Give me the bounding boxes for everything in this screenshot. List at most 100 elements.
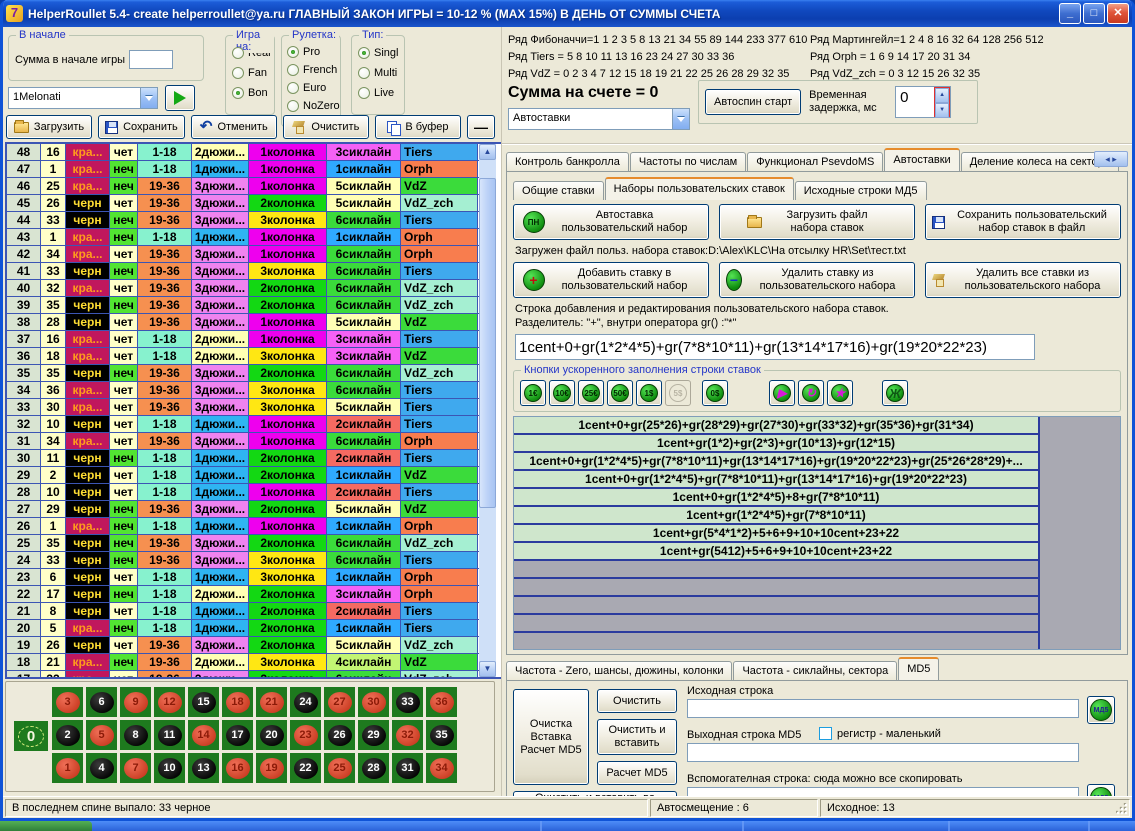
lowercase-checkbox[interactable] xyxy=(819,727,832,740)
board-number-cell[interactable]: 16 xyxy=(222,753,253,783)
board-number-cell[interactable]: 21 xyxy=(256,687,287,717)
tab-scroll-arrows[interactable]: ◂ ▸ xyxy=(1094,151,1128,167)
load-stake-file-button[interactable]: Загрузить файл набора ставок xyxy=(719,204,915,240)
quick-pattern-button[interactable]: Ж xyxy=(882,380,908,406)
board-number-cell[interactable]: 4 xyxy=(86,753,117,783)
copy-to-buffer-button[interactable]: В буфер xyxy=(375,115,461,139)
board-number-cell[interactable]: 13 xyxy=(188,753,219,783)
radio-live[interactable]: Live xyxy=(358,86,400,100)
bet-list-item[interactable]: 1cent+gr(1*2*4*5)+gr(7*8*10*11) xyxy=(514,507,1038,525)
bet-list-item[interactable]: 1cent+0+gr(1*2*4*5)+gr(7*8*10*11)+gr(13*… xyxy=(514,471,1038,489)
radio-multi[interactable]: Multi xyxy=(358,66,400,80)
remove-all-stakes-button[interactable]: Удалить все ставки из пользовательского … xyxy=(925,262,1121,298)
table-row[interactable]: 4816кра...чет1-182дюжи...1колонка3сиклай… xyxy=(7,144,479,161)
collapse-button[interactable]: — xyxy=(467,115,495,139)
tab-freq-sixlines-sectors[interactable]: Частота - сиклайны, сектора xyxy=(733,661,897,680)
table-row[interactable]: 3828чернчет19-363дюжи...1колонка5сиклайн… xyxy=(7,314,479,331)
board-number-cell[interactable]: 17 xyxy=(222,720,253,750)
quick-1eur-button[interactable]: 1€ xyxy=(520,380,546,406)
chevron-down-icon[interactable] xyxy=(140,88,157,108)
table-row[interactable]: 431кра...неч1-181дюжи...1колонка1сиклайн… xyxy=(7,229,479,246)
board-number-cell[interactable]: 8 xyxy=(120,720,151,750)
bet-list-item[interactable]: 1cent+gr(5412)+5+6+9+10+10cent+23+22 xyxy=(514,543,1038,561)
subtab-md5-source-strings[interactable]: Исходные строки МД5 xyxy=(795,181,927,200)
tab-psevdoms[interactable]: Функционал PsevdoMS xyxy=(747,152,883,171)
board-number-cell[interactable]: 5 xyxy=(86,720,117,750)
table-row[interactable]: 218чернчет1-181дюжи...2колонка2сиклайнTi… xyxy=(7,603,479,620)
play-button[interactable] xyxy=(165,85,195,111)
bet-list-item[interactable]: 1cent+gr(1*2)+gr(2*3)+gr(10*13)+gr(12*15… xyxy=(514,435,1038,453)
board-number-cell[interactable]: 14 xyxy=(188,720,219,750)
tab-freq-zero-chances[interactable]: Частота - Zero, шансы, дюжины, колонки xyxy=(506,661,732,680)
chevron-down-icon[interactable] xyxy=(672,109,689,129)
table-scrollbar[interactable]: ▲ ▼ xyxy=(479,144,496,677)
scrollbar-thumb[interactable] xyxy=(479,178,496,508)
board-number-cell[interactable]: 10 xyxy=(154,753,185,783)
board-number-cell[interactable]: 11 xyxy=(154,720,185,750)
start-sum-input[interactable] xyxy=(129,50,173,69)
start-button-fragment[interactable] xyxy=(0,821,92,831)
table-row[interactable]: 3535черннеч19-363дюжи...2колонка6сиклайн… xyxy=(7,365,479,382)
board-number-cell[interactable]: 15 xyxy=(188,687,219,717)
board-number-cell[interactable]: 12 xyxy=(154,687,185,717)
quick-play-button[interactable]: ▶ xyxy=(769,380,795,406)
mode-combo[interactable]: Автоставки xyxy=(508,108,690,130)
table-row[interactable]: 2535черннеч19-363дюжи...2колонка6сиклайн… xyxy=(7,535,479,552)
board-number-cell[interactable]: 20 xyxy=(256,720,287,750)
board-number-cell[interactable]: 1 xyxy=(52,753,83,783)
md5-aux-input[interactable] xyxy=(687,787,1079,796)
radio-nozero[interactable]: NoZero xyxy=(287,99,338,113)
table-row[interactable]: 3330кра...чет19-363дюжи...3колонка5сикла… xyxy=(7,399,479,416)
quick-0usd-button[interactable]: 0$ xyxy=(702,380,728,406)
table-row[interactable]: 1732кра...чет19-363дюжи...2колонка6сикла… xyxy=(7,671,479,677)
close-button[interactable]: ✕ xyxy=(1107,3,1129,24)
quick-repeat-button[interactable]: ↻ xyxy=(798,380,824,406)
board-number-cell[interactable]: 7 xyxy=(120,753,151,783)
radio-bon[interactable]: Bon xyxy=(232,86,270,100)
radio-singl[interactable]: Singl xyxy=(358,46,400,60)
board-number-cell[interactable]: 33 xyxy=(392,687,423,717)
table-row[interactable]: 3618кра...чет1-182дюжи...3колонка3сиклай… xyxy=(7,348,479,365)
board-number-cell[interactable]: 30 xyxy=(358,687,389,717)
table-row[interactable]: 261кра...неч1-181дюжи...1колонка1сиклайн… xyxy=(7,518,479,535)
md5-calc-button[interactable]: Расчет MD5 xyxy=(597,761,677,785)
bet-list-item[interactable]: 1cent+0+gr(1*2*4*5)+8+gr(7*8*10*11) xyxy=(514,489,1038,507)
scroll-up-icon[interactable]: ▲ xyxy=(479,144,496,160)
md5-clear-button[interactable]: Очистить xyxy=(597,689,677,713)
table-row[interactable]: 2217черннеч1-182дюжи...2колонка3сиклайнO… xyxy=(7,586,479,603)
add-stake-button[interactable]: + Добавить ставку в пользовательский наб… xyxy=(513,262,709,298)
board-number-cell[interactable]: 3 xyxy=(52,687,83,717)
tab-bankroll-control[interactable]: Контроль банкролла xyxy=(506,152,629,171)
board-number-cell[interactable]: 19 xyxy=(256,753,287,783)
md5-clear-paste-calc-button[interactable]: Очистка Вставка Расчет MD5 xyxy=(513,689,589,785)
minimize-button[interactable]: _ xyxy=(1059,3,1081,24)
board-number-cell[interactable]: 32 xyxy=(392,720,423,750)
tab-number-frequencies[interactable]: Частоты по числам xyxy=(630,152,746,171)
board-number-cell[interactable]: 26 xyxy=(324,720,355,750)
autospin-start-button[interactable]: Автоспин старт xyxy=(705,89,801,115)
table-row[interactable]: 4625кра...неч19-363дюжи...1колонка5сикла… xyxy=(7,178,479,195)
tab-autostakes[interactable]: Автоставки xyxy=(884,148,959,171)
bet-list-item[interactable]: 1cent+0+gr(1*2*4*5)+gr(7*8*10*11)+gr(13*… xyxy=(514,453,1038,471)
md5-calc-icon-button[interactable]: МД5 xyxy=(1087,696,1115,724)
board-number-cell[interactable]: 34 xyxy=(426,753,457,783)
board-number-cell[interactable]: 2 xyxy=(52,720,83,750)
md5-source-input[interactable] xyxy=(687,699,1079,718)
autostake-user-set-button[interactable]: ПН Автоставка пользовательский набор xyxy=(513,204,709,240)
quick-star-button[interactable]: ★ xyxy=(827,380,853,406)
table-row[interactable]: 471кра...неч1-181дюжи...1колонка1сиклайн… xyxy=(7,161,479,178)
tab-md5[interactable]: MD5 xyxy=(898,657,939,680)
table-row[interactable]: 3134кра...чет19-363дюжи...1колонка6сикла… xyxy=(7,433,479,450)
table-row[interactable]: 4133черннеч19-363дюжи...3колонка6сиклайн… xyxy=(7,263,479,280)
bet-set-list[interactable]: 1cent+0+gr(25*26)+gr(28*29)+gr(27*30)+gr… xyxy=(513,416,1121,650)
board-number-cell[interactable]: 24 xyxy=(290,687,321,717)
subtab-general-stakes[interactable]: Общие ставки xyxy=(513,181,604,200)
undo-button[interactable]: ↶ Отменить xyxy=(191,115,277,139)
table-row[interactable]: 4032кра...чет19-363дюжи...2колонка6сикла… xyxy=(7,280,479,297)
table-row[interactable]: 2810чернчет1-181дюжи...1колонка2сиклайнT… xyxy=(7,484,479,501)
board-number-cell[interactable]: 25 xyxy=(324,753,355,783)
board-number-cell[interactable]: 35 xyxy=(426,720,457,750)
table-row[interactable]: 3436кра...чет19-363дюжи...3колонка6сикла… xyxy=(7,382,479,399)
md5-aux-icon-button[interactable]: МД5 xyxy=(1087,784,1115,796)
board-number-cell[interactable]: 22 xyxy=(290,753,321,783)
